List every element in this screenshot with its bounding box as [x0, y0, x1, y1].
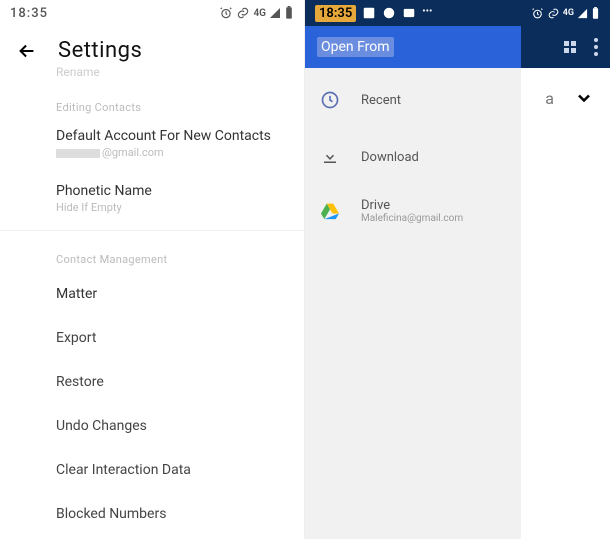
- mgmt-restore[interactable]: Restore: [0, 360, 304, 404]
- file-picker-panel: 18:35 ••• Open From Recent Download: [305, 0, 521, 539]
- signal-icon: [269, 7, 281, 19]
- side-appbar: [521, 26, 610, 68]
- notification-icons: •••: [362, 6, 436, 20]
- drive-icon: [319, 202, 341, 220]
- grid-view-icon[interactable]: [564, 41, 576, 53]
- phone-left: 18:35 4G Settings Rename Editing Contact…: [0, 0, 305, 539]
- phonetic-name-title: Phonetic Name: [56, 183, 288, 199]
- status-bar-left: 18:35 4G: [0, 0, 304, 26]
- chevron-down-icon[interactable]: [574, 88, 594, 108]
- open-from-title: Open From: [317, 37, 394, 57]
- whatsapp-icon: [382, 6, 396, 20]
- mgmt-clear[interactable]: Clear Interaction Data: [0, 448, 304, 492]
- chevron-row: a: [521, 68, 610, 128]
- download-icon: [319, 148, 341, 166]
- side-letter: a: [545, 89, 554, 108]
- status-left-group: 18:35 •••: [315, 5, 436, 22]
- status-bar-right-phone: 18:35 •••: [305, 0, 521, 26]
- default-account-title: Default Account For New Contacts: [56, 128, 288, 144]
- row-phonetic-name[interactable]: Phonetic Name Hide If Empty: [0, 167, 304, 222]
- drive-label: Drive: [361, 198, 463, 213]
- status-bar-side: 4G: [521, 0, 610, 26]
- link-icon: [547, 7, 560, 20]
- gallery-icon: [362, 6, 376, 20]
- email-suffix: @gmail.com: [102, 146, 164, 159]
- status-time: 18:35: [10, 6, 48, 21]
- battery-icon: [591, 7, 600, 20]
- battery-icon: [284, 6, 294, 20]
- status-time: 18:35: [315, 5, 356, 22]
- recent-icon: [319, 90, 341, 110]
- right-side-strip: 4G a: [521, 0, 610, 539]
- phonetic-name-sub: Hide If Empty: [56, 201, 288, 214]
- more-menu-icon[interactable]: [594, 38, 598, 56]
- phone-right: 18:35 ••• Open From Recent Download: [305, 0, 610, 539]
- download-label: Download: [361, 150, 419, 165]
- censored-email-icon: [56, 149, 100, 158]
- back-arrow-icon[interactable]: [16, 40, 38, 62]
- divider: [0, 230, 304, 231]
- page-title: Settings: [58, 38, 142, 63]
- network-text: 4G: [563, 8, 574, 18]
- header-subtitle: Rename: [0, 65, 304, 79]
- signal-icon: [577, 8, 588, 19]
- settings-header: Settings: [0, 26, 304, 67]
- mail-icon: [402, 6, 416, 20]
- picker-recent[interactable]: Recent: [305, 68, 521, 132]
- mgmt-export[interactable]: Export: [0, 316, 304, 360]
- status-icons: 4G: [219, 6, 294, 20]
- link-icon: [236, 6, 250, 20]
- section-editing-contacts: Editing Contacts: [0, 79, 304, 120]
- recent-label: Recent: [361, 93, 401, 108]
- drive-sub: Maleficina@gmail.com: [361, 213, 463, 224]
- status-side-icons: 4G: [531, 7, 600, 20]
- more-notif-icon: •••: [422, 6, 436, 20]
- alarm-icon: [219, 6, 233, 20]
- section-contact-mgmt: Contact Management: [0, 239, 304, 272]
- picker-download[interactable]: Download: [305, 132, 521, 182]
- network-text: 4G: [253, 8, 266, 19]
- alarm-icon: [531, 7, 544, 20]
- mgmt-undo[interactable]: Undo Changes: [0, 404, 304, 448]
- default-account-sub: @gmail.com: [56, 146, 288, 159]
- row-default-account[interactable]: Default Account For New Contacts @gmail.…: [0, 120, 304, 167]
- picker-drive[interactable]: Drive Maleficina@gmail.com: [305, 182, 521, 240]
- mgmt-blocked[interactable]: Blocked Numbers: [0, 492, 304, 536]
- mgmt-matter[interactable]: Matter: [0, 272, 304, 316]
- drive-text: Drive Maleficina@gmail.com: [361, 198, 463, 224]
- open-from-appbar: Open From: [305, 26, 521, 68]
